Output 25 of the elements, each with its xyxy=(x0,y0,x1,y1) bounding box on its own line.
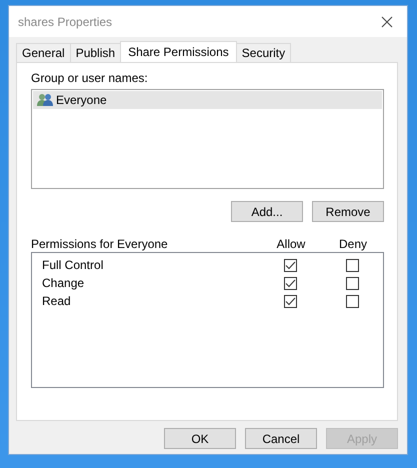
tab[interactable]: General xyxy=(16,43,71,62)
permission-name: Change xyxy=(42,276,86,290)
dialog-button[interactable]: Add... xyxy=(231,201,303,222)
column-header: Allow xyxy=(276,237,306,251)
checkbox[interactable] xyxy=(346,276,358,290)
dialog-button[interactable]: Cancel xyxy=(245,428,317,449)
dialog-button[interactable]: Remove xyxy=(312,201,384,222)
checkbox[interactable] xyxy=(284,258,296,272)
checkbox[interactable] xyxy=(346,294,358,308)
tab[interactable]: Share Permissions xyxy=(120,41,237,62)
list-item[interactable]: Everyone xyxy=(33,91,382,109)
checkbox[interactable] xyxy=(284,294,296,308)
checkbox[interactable] xyxy=(284,276,296,290)
dialog-button[interactable]: OK xyxy=(164,428,236,449)
users-icon xyxy=(37,93,54,107)
user-name: Everyone xyxy=(56,93,107,107)
permission-name: Read xyxy=(42,294,72,308)
checkbox[interactable] xyxy=(346,258,358,272)
window-title: shares Properties xyxy=(18,14,112,28)
close-icon[interactable] xyxy=(381,16,393,28)
group-label: Group or user names: xyxy=(31,71,149,85)
tab[interactable]: Security xyxy=(236,43,292,62)
permission-name: Full Control xyxy=(42,258,104,272)
column-header: Deny xyxy=(338,237,368,251)
permissions-label: Permissions for Everyone xyxy=(31,237,169,251)
